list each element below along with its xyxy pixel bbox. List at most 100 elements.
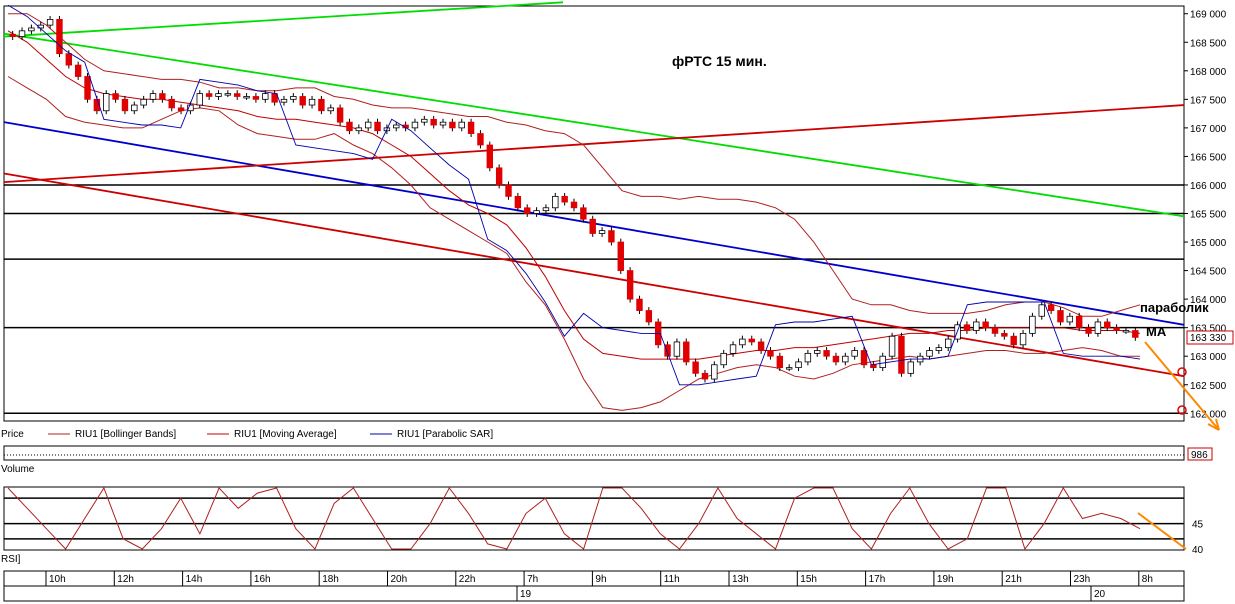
candle-body xyxy=(963,324,971,331)
candle-body xyxy=(280,98,288,103)
rsi-panel-frame xyxy=(3,486,1185,551)
legend-ma: RIU1 [Moving Average] xyxy=(234,429,337,440)
candle-body xyxy=(832,355,840,363)
candle-body xyxy=(739,338,746,346)
candle-body xyxy=(1047,304,1055,311)
candle-body xyxy=(159,93,166,100)
candle-body xyxy=(215,93,222,97)
parabolic-annotation: параболик xyxy=(1140,300,1209,315)
candle-body xyxy=(748,338,755,343)
candle-body xyxy=(1019,332,1027,346)
candle-body xyxy=(374,121,381,132)
candle-body xyxy=(477,133,484,146)
candle-body xyxy=(608,230,615,243)
rsi-tick-label: 45 xyxy=(1192,520,1204,531)
candle-body xyxy=(9,33,16,37)
candle-body xyxy=(1085,327,1092,334)
candle-body xyxy=(701,372,709,380)
candle-body xyxy=(84,76,91,100)
candle-body xyxy=(776,355,784,369)
candle-body xyxy=(570,201,578,209)
candle-body xyxy=(729,344,737,354)
candle-body xyxy=(103,93,110,112)
price-axis: 169 000 168 500 168 000 167 500 167 000 166 5… xyxy=(1184,10,1227,420)
day-tick-label: 19 xyxy=(520,589,532,600)
candle-body xyxy=(393,124,400,129)
candle-body xyxy=(851,350,858,357)
candle-body xyxy=(524,207,531,214)
candle-body xyxy=(290,96,297,100)
time-tick-label: 17h xyxy=(869,574,886,585)
time-tick-label: 19h xyxy=(937,574,954,585)
ma-annotation: МА xyxy=(1146,324,1167,339)
candle-body xyxy=(1122,330,1130,333)
time-tick-label: 11h xyxy=(664,574,680,585)
candle-body xyxy=(823,350,830,357)
candle-body xyxy=(56,19,63,55)
candle-body xyxy=(842,355,849,363)
time-tick-label: 18h xyxy=(322,574,339,585)
candle-body xyxy=(926,350,933,357)
time-tick-label: 23h xyxy=(1074,574,1091,585)
candle-body xyxy=(252,96,260,100)
candle-body xyxy=(196,93,203,106)
candle-body xyxy=(449,121,456,129)
candle-body xyxy=(1066,315,1074,323)
candle-body xyxy=(411,121,419,129)
candle-body xyxy=(720,352,727,366)
candle-body xyxy=(46,19,54,26)
candle-body xyxy=(1038,304,1045,317)
legend-price: Price xyxy=(1,429,24,440)
candle-body xyxy=(907,361,914,374)
candle-body xyxy=(355,127,363,132)
candle-body xyxy=(973,321,980,331)
candle-body xyxy=(421,118,428,123)
candle-body xyxy=(28,27,35,32)
price-tick-label: 164 500 xyxy=(1190,267,1227,278)
time-tick-label: 15h xyxy=(800,574,817,585)
candle-body xyxy=(767,350,774,357)
price-tick-label: 162 500 xyxy=(1190,381,1227,392)
chart-title: фРТС 15 мин. xyxy=(672,53,767,69)
candle-body xyxy=(1001,332,1008,337)
candle-body xyxy=(149,93,157,100)
candle-body xyxy=(645,310,653,323)
candle-body xyxy=(598,230,606,234)
candle-body xyxy=(140,98,147,106)
candle-body xyxy=(1132,330,1139,338)
price-tick-label: 168 000 xyxy=(1190,67,1227,78)
candle-body xyxy=(121,98,129,112)
candle-body xyxy=(205,93,213,97)
time-tick-label: 14h xyxy=(186,574,203,585)
candle-body xyxy=(262,93,269,100)
candle-body xyxy=(626,270,634,300)
candle-body xyxy=(177,107,185,112)
candle-body xyxy=(458,121,465,129)
price-tick-label: 168 500 xyxy=(1190,38,1227,49)
candle-body xyxy=(935,347,943,351)
candle-body xyxy=(271,93,278,103)
price-tick-label: 166 500 xyxy=(1190,152,1227,163)
candle-body xyxy=(486,144,494,169)
candle-body xyxy=(1010,335,1017,346)
candle-body xyxy=(533,210,540,214)
candle-body xyxy=(336,107,344,123)
candle-body xyxy=(168,98,175,109)
legend-bollinger: RIU1 [Bollinger Bands] xyxy=(75,429,176,440)
legend-sar: RIU1 [Parabolic SAR] xyxy=(397,429,493,440)
candle-body xyxy=(514,195,522,209)
candle-body xyxy=(757,341,765,351)
candle-body xyxy=(74,64,82,77)
volume-label: Volume xyxy=(1,464,35,475)
price-tick-label: 167 000 xyxy=(1190,124,1227,135)
price-tick-label: 165 500 xyxy=(1190,210,1227,221)
candle-body xyxy=(1104,321,1111,329)
time-tick-label: 22h xyxy=(459,574,476,585)
candle-body xyxy=(1094,321,1102,334)
volume-value: 986 xyxy=(1191,450,1208,461)
candle-body xyxy=(467,121,475,134)
time-tick-label: 7h xyxy=(527,574,538,585)
candle-body xyxy=(327,107,334,112)
candle-body xyxy=(505,184,512,197)
rts-futures-chart: 45 40 169 000 168 500 168 000 167 500 167 000… xyxy=(1,1,1234,602)
